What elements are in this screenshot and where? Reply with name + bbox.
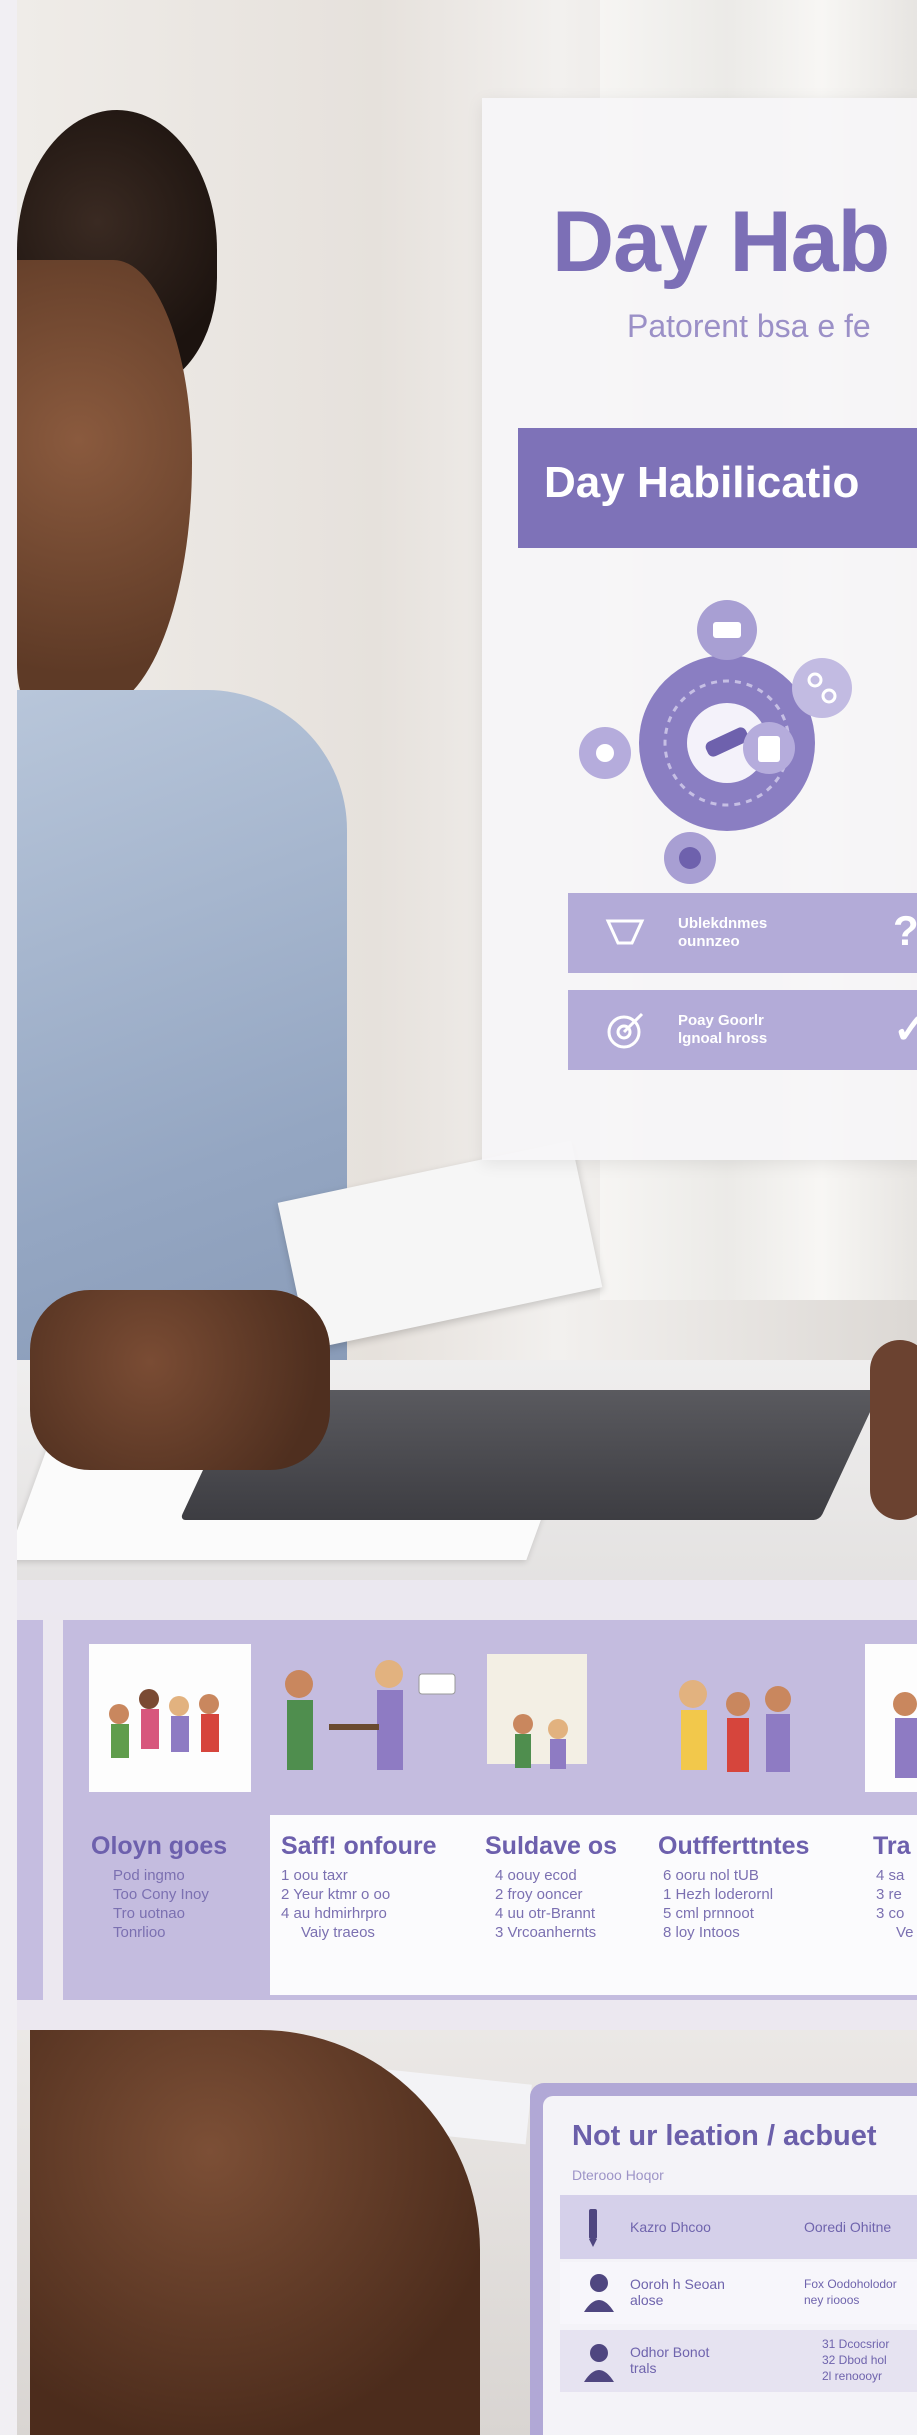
illustration-family	[663, 1644, 813, 1792]
column-item: 1 oou taxr	[281, 1867, 348, 1884]
target-icon	[607, 1012, 644, 1049]
people-illustration	[285, 1660, 456, 1770]
person-hands	[30, 1290, 330, 1470]
column-item: Tonrlioo	[113, 1924, 166, 1941]
column-item: 2 Yeur ktmr o oo	[281, 1886, 391, 1903]
column-item: 1 Hezh loderornl	[663, 1886, 774, 1903]
column-title: Tra	[873, 1832, 911, 1860]
column-item: Ve	[896, 1924, 914, 1941]
illustration-staff	[259, 1644, 456, 1792]
people-illustration	[893, 1692, 917, 1778]
left-edge-bar	[0, 0, 17, 2435]
column-item: 3 re	[876, 1886, 902, 1903]
schedule-row: Odhor Bonot trals 31 Dcocsrior 32 Dbod hol…	[560, 2330, 917, 2392]
gift-icon	[697, 600, 757, 660]
status-row-1: Ublekdnmes ounnzeo ?	[568, 893, 917, 973]
schedule-header-name: Kazro Dhcoo	[630, 2219, 711, 2235]
column-item: Vaiy traeos	[301, 1924, 375, 1941]
column-title: Oloyn goes	[91, 1832, 228, 1860]
column-item: 2 froy ooncer	[495, 1886, 583, 1903]
people-illustration	[109, 1689, 219, 1758]
column-item: Too Cony Inoy	[113, 1886, 209, 1903]
illustration-group-kids	[89, 1644, 251, 1792]
status-row-label: Poay Goorlr lgnoal hross	[678, 1012, 768, 1047]
bottom-hand	[30, 2030, 480, 2435]
schedule-title: Not ur leation / acbuet	[572, 2120, 877, 2152]
link-icon	[792, 658, 852, 718]
check-icon: ✓	[893, 1005, 917, 1052]
person-icon	[584, 2274, 614, 2312]
schedule-row-detail: 31 Dcocsrior 32 Dbod hol 2l renoooyr	[822, 2337, 890, 2383]
schedule-row: Ooroh h Seoan alose Fox Oodoholodor ney ri…	[560, 2262, 917, 2324]
column-item: 5 cml prnnoot	[663, 1905, 754, 1922]
document-icon	[743, 722, 795, 774]
poster-banner-text: Day Habilicatio	[544, 458, 860, 507]
tray-icon	[605, 919, 645, 945]
column-item: 8 loy Intoos	[663, 1924, 740, 1941]
column-title: Saff! onfoure	[281, 1832, 437, 1860]
status-row-label: Ublekdnmes ounnzeo	[678, 915, 768, 950]
column-title: Outfferttntes	[658, 1832, 810, 1860]
infographic-panel: Oloyn goes Pod ingmo Too Cony Inoy Tro u…	[63, 1620, 917, 2000]
schedule-row-detail: Fox Oodoholodor ney riooos	[804, 2277, 897, 2307]
column-item: 3 Vrcoanhernts	[495, 1924, 597, 1941]
column-item: 4 au hdmirhrpro	[281, 1905, 387, 1922]
schedule-row-name: Ooroh h Seoan alose	[630, 2276, 725, 2308]
infographic-stub	[17, 1620, 43, 2000]
people-illustration	[487, 1654, 587, 1769]
column-item: 3 co	[876, 1905, 905, 1922]
cycle-diagram	[579, 600, 852, 884]
column-title: Suldave os	[485, 1832, 617, 1860]
other-person-hand	[870, 1340, 917, 1520]
column-item: 4 oouy ecod	[495, 1867, 577, 1884]
column-item: Tro uotnao	[113, 1905, 185, 1922]
question-icon: ?	[893, 907, 917, 954]
column-item: 6 ooru nol tUB	[663, 1867, 759, 1884]
poster-subtitle: Patorent bsa e fe	[627, 308, 871, 344]
people-illustration	[679, 1680, 791, 1772]
schedule-header-detail: Ooredi Ohitne	[804, 2219, 892, 2235]
schedule-row-name: Odhor Bonot trals	[630, 2344, 710, 2376]
illustration-classroom	[483, 1644, 593, 1792]
circle-icon	[579, 727, 631, 779]
column-item: 4 uu otr-Brannt	[495, 1905, 596, 1922]
schedule-table-header: Kazro Dhcoo Ooredi Ohitne	[560, 2195, 917, 2259]
alert-icon	[664, 832, 716, 884]
schedule-subtitle: Dterooo Hoqor	[572, 2167, 664, 2183]
status-row-2: Poay Goorlr lgnoal hross ✓	[568, 990, 917, 1070]
pencil-icon	[589, 2209, 597, 2247]
column-item: Pod ingmo	[113, 1867, 185, 1884]
illustration-partial	[865, 1644, 917, 1792]
column-item: 4 sa	[876, 1867, 905, 1884]
poster-title: Day Hab	[552, 194, 890, 290]
poster-panel: Day Hab Patorent bsa e fe Day Habilicati…	[482, 98, 917, 1160]
person-icon	[584, 2344, 614, 2382]
